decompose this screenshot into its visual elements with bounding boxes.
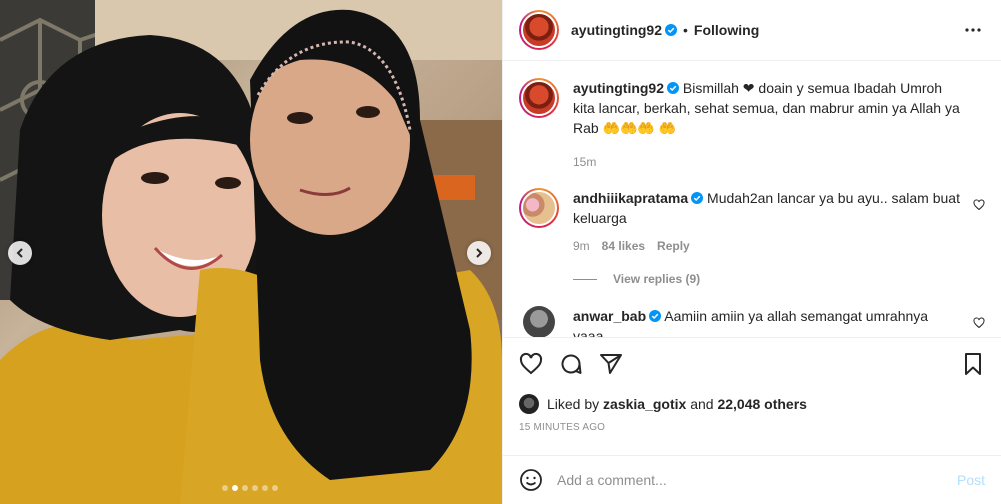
comment-username[interactable]: anwar_bab	[573, 308, 646, 324]
heart-icon	[973, 317, 985, 329]
carousel-indicator	[222, 485, 278, 491]
author-avatar[interactable]	[519, 10, 559, 50]
comment-like-button[interactable]	[973, 316, 985, 332]
comment-username[interactable]: andhiiikapratama	[573, 190, 688, 206]
post-timestamp[interactable]: 15 MINUTES AGO	[503, 422, 1001, 433]
view-replies-button[interactable]: View replies (9)	[573, 272, 985, 286]
liked-by-username[interactable]: zaskia_gotix	[603, 396, 686, 412]
post-detail-panel: ayutingting92 • Following ayutingting92 …	[502, 0, 1001, 504]
emoji-icon	[520, 469, 542, 491]
more-options-button[interactable]	[961, 18, 985, 42]
verified-icon	[665, 24, 678, 36]
carousel-dot	[222, 485, 228, 491]
view-replies-label: View replies (9)	[613, 272, 701, 286]
carousel-dot	[242, 485, 248, 491]
save-button[interactable]	[961, 352, 985, 376]
carousel-next-button[interactable]	[467, 241, 491, 265]
comment-age[interactable]: 9m	[573, 236, 590, 256]
share-button[interactable]	[599, 352, 623, 376]
header-separator: •	[683, 22, 688, 38]
bookmark-icon	[965, 353, 981, 375]
comment-input[interactable]	[557, 472, 957, 488]
author-username[interactable]: ayutingting92	[571, 22, 662, 38]
heart-icon	[519, 352, 543, 375]
photo-illustration	[0, 0, 502, 504]
verified-icon	[649, 310, 662, 322]
caption-avatar[interactable]	[519, 78, 559, 118]
share-icon	[600, 354, 622, 374]
post-header: ayutingting92 • Following	[503, 0, 1001, 61]
likes-summary: Liked by zaskia_gotix and 22,048 others	[503, 390, 1001, 418]
caption-age[interactable]: 15m	[573, 152, 596, 172]
comments-list: ayutingting92 Bismillah ❤ doain y semua …	[503, 62, 1001, 337]
comment-reply-button[interactable]: Reply	[657, 236, 690, 256]
following-button[interactable]: Following	[694, 22, 759, 38]
heart-icon	[973, 199, 985, 211]
comment-icon	[561, 354, 582, 374]
liker-avatar[interactable]	[519, 394, 539, 414]
more-icon	[965, 28, 981, 32]
comment-button[interactable]	[559, 352, 583, 376]
comment-like-button[interactable]	[973, 198, 985, 214]
chevron-right-icon	[476, 248, 483, 258]
caption-row: ayutingting92 Bismillah ❤ doain y semua …	[519, 78, 985, 172]
comment-row: anwar_bab Aamiin amiin ya allah semangat…	[519, 306, 985, 337]
carousel-dot	[272, 485, 278, 491]
caption-username[interactable]: ayutingting92	[573, 80, 664, 96]
likes-others-link[interactable]: 22,048 others	[717, 396, 807, 412]
action-bar	[503, 338, 1001, 390]
likes-prefix: Liked by	[547, 396, 600, 412]
add-comment-bar: Post	[503, 455, 1001, 504]
like-button[interactable]	[519, 352, 543, 376]
carousel-dot	[252, 485, 258, 491]
post-actions-section: Liked by zaskia_gotix and 22,048 others …	[503, 337, 1001, 433]
carousel-dot	[262, 485, 268, 491]
likes-and: and	[690, 396, 714, 412]
post-photo[interactable]	[0, 0, 502, 504]
verified-icon	[667, 82, 680, 94]
comment-avatar[interactable]	[519, 188, 559, 228]
chevron-left-icon	[16, 248, 23, 258]
comment-avatar[interactable]	[523, 306, 555, 337]
comment-row: andhiiikapratama Mudah2an lancar ya bu a…	[519, 188, 985, 256]
post-comment-button[interactable]: Post	[957, 472, 985, 488]
emoji-button[interactable]	[519, 468, 543, 492]
verified-icon	[691, 192, 704, 204]
comment-likes[interactable]: 84 likes	[602, 236, 645, 256]
carousel-prev-button[interactable]	[8, 241, 32, 265]
carousel-dot	[232, 485, 238, 491]
